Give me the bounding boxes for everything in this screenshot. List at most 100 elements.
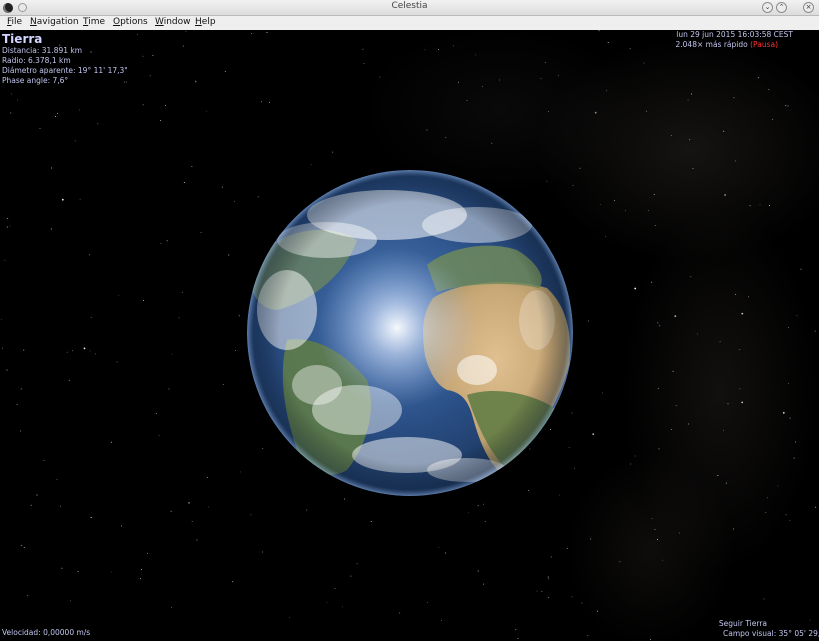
maximize-button[interactable]: ⌃ — [776, 2, 787, 13]
star — [379, 76, 381, 78]
star — [515, 629, 517, 631]
star — [289, 616, 290, 618]
star — [68, 379, 70, 381]
star — [310, 164, 312, 166]
star — [26, 595, 28, 596]
star — [1, 319, 3, 321]
star — [568, 447, 570, 449]
star — [650, 638, 651, 640]
star — [268, 101, 270, 103]
star — [178, 317, 180, 319]
star — [441, 620, 442, 622]
star — [89, 254, 90, 256]
close-button[interactable]: × — [803, 2, 814, 13]
minimize-button[interactable]: ⌄ — [762, 2, 773, 13]
star — [606, 90, 607, 92]
star — [23, 547, 25, 549]
star — [687, 99, 689, 101]
star — [182, 45, 184, 47]
star — [233, 200, 235, 202]
star — [550, 556, 552, 558]
star — [183, 182, 185, 183]
menu-options[interactable]: Options — [113, 17, 148, 27]
star — [334, 588, 336, 590]
star — [266, 32, 268, 34]
star — [72, 350, 74, 352]
star — [785, 105, 787, 106]
star — [757, 77, 759, 79]
star — [159, 119, 161, 121]
star — [121, 525, 122, 527]
star — [6, 369, 8, 371]
menu-help[interactable]: Help — [195, 17, 216, 27]
earth-globe[interactable] — [247, 170, 573, 496]
star — [548, 578, 550, 580]
star — [692, 168, 694, 170]
radius-text: Radio: 6.378,1 km — [2, 56, 71, 65]
star — [262, 448, 264, 450]
star — [97, 123, 99, 125]
star — [137, 33, 138, 35]
star — [90, 316, 92, 318]
menu-file[interactable]: File — [7, 17, 22, 27]
star — [30, 504, 32, 506]
star — [467, 511, 469, 513]
star — [168, 388, 170, 390]
star — [147, 552, 148, 554]
star — [594, 111, 597, 114]
star — [619, 561, 621, 563]
star — [466, 99, 468, 101]
star — [741, 312, 744, 315]
star — [654, 528, 656, 530]
star — [482, 503, 484, 505]
star — [733, 97, 735, 99]
star — [671, 429, 673, 430]
star — [544, 62, 546, 63]
star — [785, 514, 787, 516]
star — [344, 498, 346, 500]
menu-navigation[interactable]: Navigation — [30, 17, 79, 27]
star — [634, 287, 637, 290]
menu-window[interactable]: Window — [155, 17, 191, 27]
celestia-window: Celestia ⌄ ⌃ × File Navigation Time Opti… — [0, 0, 819, 641]
star — [739, 388, 741, 390]
velocity-text: Velocidad: 0,00000 m/s — [2, 628, 91, 637]
star — [142, 104, 144, 106]
star — [748, 296, 750, 298]
star — [164, 104, 166, 106]
star — [605, 235, 607, 237]
star — [140, 569, 142, 571]
star — [793, 457, 795, 459]
time-rate: 2.048× más rápido (Pausa) — [676, 40, 779, 49]
menu-time[interactable]: Time — [83, 17, 105, 27]
star — [79, 198, 81, 200]
star — [566, 547, 568, 549]
star — [624, 210, 626, 212]
star — [723, 429, 724, 431]
star — [477, 570, 479, 572]
star — [527, 490, 529, 492]
star — [788, 326, 790, 328]
star — [185, 30, 187, 32]
star — [452, 45, 454, 47]
star — [77, 570, 79, 572]
star — [342, 606, 343, 608]
star — [572, 184, 574, 186]
star — [596, 610, 598, 612]
star — [39, 128, 41, 130]
star — [670, 135, 672, 136]
star — [221, 186, 223, 188]
star — [499, 79, 501, 81]
star — [735, 294, 737, 296]
star — [200, 231, 202, 233]
star — [54, 116, 56, 117]
star — [571, 596, 573, 598]
star — [540, 77, 542, 79]
space-viewport[interactable]: Tierra Distancia: 31.891 km Radio: 6.378… — [0, 30, 819, 641]
star — [759, 204, 761, 206]
star — [123, 81, 125, 83]
star — [651, 281, 653, 283]
star — [89, 350, 91, 352]
star — [143, 300, 145, 301]
star — [332, 151, 334, 153]
